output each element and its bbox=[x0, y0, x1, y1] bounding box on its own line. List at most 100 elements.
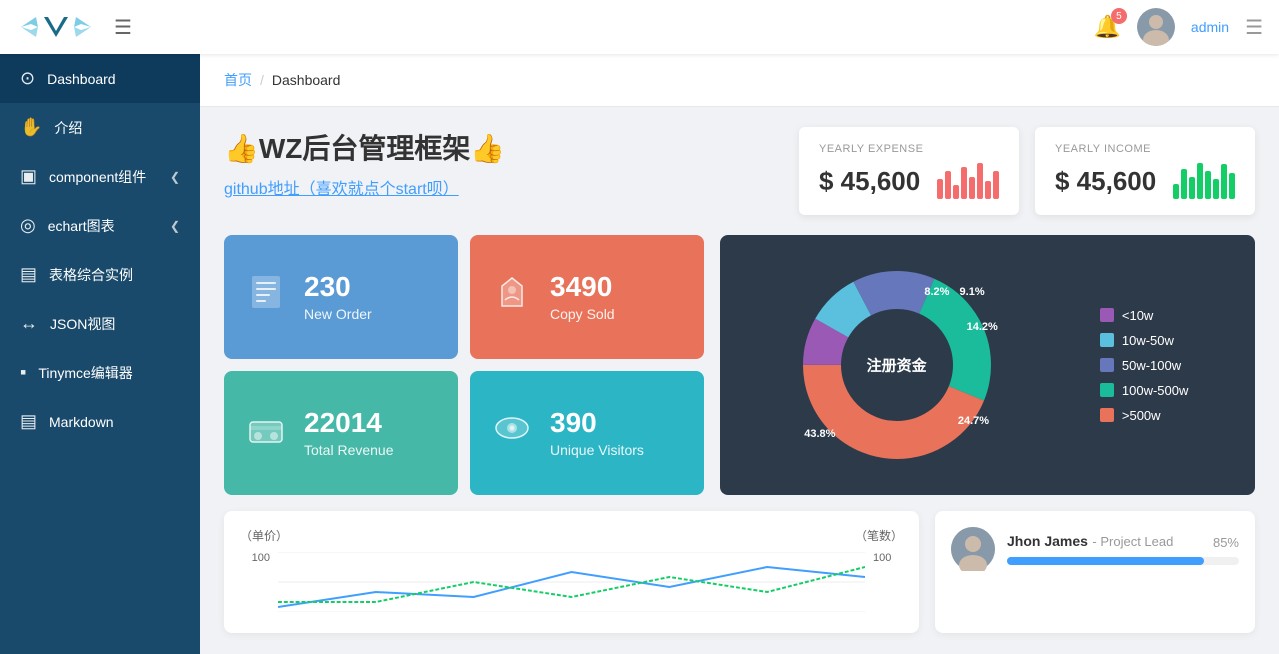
sidebar: ⊙ Dashboard ✋ 介绍 ▣ component组件 ❮ ◎ echar… bbox=[0, 54, 200, 654]
legend-item-2: 10w-50w bbox=[1100, 333, 1189, 348]
income-bar bbox=[1189, 177, 1195, 199]
component-arrow-icon: ❮ bbox=[170, 170, 180, 184]
breadcrumb-current: Dashboard bbox=[272, 72, 341, 88]
sidebar-label-tinymce: Tinymce编辑器 bbox=[38, 363, 180, 383]
total-revenue-text: 22014 Total Revenue bbox=[304, 408, 394, 459]
expense-bar bbox=[937, 179, 943, 199]
donut-chart: 8.2% 9.1% 14.2% 24.7% 43.8% 8.2% 9.1% 14… bbox=[787, 255, 1007, 475]
header-menu-icon[interactable]: ☰ bbox=[1245, 15, 1263, 40]
admin-name[interactable]: admin bbox=[1191, 19, 1229, 35]
top-header: ☰ 🔔 5 admin ☰ bbox=[0, 0, 1279, 54]
legend-dot-2 bbox=[1100, 333, 1114, 347]
legend-dot-1 bbox=[1100, 308, 1114, 322]
progress-bar-bg bbox=[1007, 557, 1239, 565]
sidebar-item-intro[interactable]: ✋ 介绍 bbox=[0, 103, 200, 152]
new-order-number: 230 bbox=[304, 272, 372, 303]
legend-item-3: 50w-100w bbox=[1100, 358, 1189, 373]
json-icon: ↔ bbox=[20, 313, 38, 334]
income-bar bbox=[1181, 169, 1187, 199]
unique-visitors-icon bbox=[490, 406, 534, 460]
user-avatar[interactable] bbox=[1137, 8, 1175, 46]
sidebar-label-json: JSON视图 bbox=[50, 314, 180, 334]
sidebar-item-component[interactable]: ▣ component组件 ❮ bbox=[0, 152, 200, 201]
total-revenue-number: 22014 bbox=[304, 408, 394, 439]
logo-image bbox=[16, 9, 96, 45]
donut-legend: <10w 10w-50w 50w-100w 100w-500w bbox=[1100, 308, 1189, 423]
component-icon: ▣ bbox=[20, 166, 37, 187]
copy-sold-number: 3490 bbox=[550, 272, 615, 303]
sidebar-item-dashboard[interactable]: ⊙ Dashboard bbox=[0, 54, 200, 103]
legend-dot-4 bbox=[1100, 383, 1114, 397]
expense-label: YEARLY EXPENSE bbox=[819, 143, 999, 155]
notification-bell[interactable]: 🔔 5 bbox=[1094, 14, 1121, 40]
team-member-row: Jhon James - Project Lead 85% bbox=[951, 527, 1239, 571]
donut-chart-container: 8.2% 9.1% 14.2% 24.7% 43.8% 8.2% 9.1% 14… bbox=[720, 235, 1255, 495]
expense-chart bbox=[937, 163, 999, 199]
hamburger-button[interactable]: ☰ bbox=[106, 11, 140, 44]
title-block: 👍WZ后台管理框架👍 github地址（喜欢就点个start呗） bbox=[224, 127, 505, 199]
donut-pct-4: 24.7% bbox=[958, 415, 989, 427]
expense-bar bbox=[985, 181, 991, 199]
sidebar-item-tinymce[interactable]: ▪ Tinymce编辑器 bbox=[0, 348, 200, 397]
new-order-text: 230 New Order bbox=[304, 272, 372, 323]
unique-visitors-number: 390 bbox=[550, 408, 644, 439]
income-label: YEARLY INCOME bbox=[1055, 143, 1235, 155]
sidebar-label-component: component组件 bbox=[49, 167, 158, 187]
intro-icon: ✋ bbox=[20, 117, 42, 138]
yearly-expense-card: YEARLY EXPENSE $ 45,600 bbox=[799, 127, 1019, 215]
notification-badge: 5 bbox=[1111, 8, 1127, 24]
copy-sold-icon bbox=[490, 270, 534, 324]
breadcrumb-home[interactable]: 首页 bbox=[224, 70, 252, 90]
dashboard-icon: ⊙ bbox=[20, 68, 35, 89]
y-axis-right: 100 bbox=[873, 552, 903, 617]
new-order-icon bbox=[244, 270, 288, 324]
donut-pct-2: 9.1% bbox=[960, 286, 985, 298]
title-and-stats: 👍WZ后台管理框架👍 github地址（喜欢就点个start呗） YEARLY … bbox=[224, 127, 1255, 215]
progress-bar-fill bbox=[1007, 557, 1204, 565]
donut-pct-3: 14.2% bbox=[967, 321, 998, 333]
inner-content: 👍WZ后台管理框架👍 github地址（喜欢就点个start呗） YEARLY … bbox=[200, 107, 1279, 653]
member-role: - Project Lead bbox=[1092, 534, 1173, 549]
sidebar-label-markdown: Markdown bbox=[49, 414, 180, 430]
legend-label-3: 50w-100w bbox=[1122, 358, 1181, 373]
expense-bar bbox=[953, 185, 959, 199]
expense-bar bbox=[977, 163, 983, 199]
page-title: 👍WZ后台管理框架👍 bbox=[224, 127, 505, 167]
sidebar-item-echart[interactable]: ◎ echart图表 ❮ bbox=[0, 201, 200, 250]
legend-label-1: <10w bbox=[1122, 308, 1153, 323]
income-bar bbox=[1213, 179, 1219, 199]
chart-axis-labels: 100 100 bbox=[240, 552, 903, 617]
expense-bar bbox=[961, 167, 967, 199]
sidebar-item-json[interactable]: ↔ JSON视图 bbox=[0, 299, 200, 348]
expense-bottom: $ 45,600 bbox=[819, 163, 999, 199]
new-order-card: 230 New Order bbox=[224, 235, 458, 359]
expense-bar bbox=[993, 171, 999, 199]
sidebar-item-markdown[interactable]: ▤ Markdown bbox=[0, 397, 200, 446]
logo-area: ☰ bbox=[16, 9, 140, 45]
donut-center-label: 注册资金 bbox=[867, 355, 927, 376]
chart-left-label: （单价） bbox=[240, 527, 288, 544]
member-name-role: Jhon James - Project Lead bbox=[1007, 533, 1173, 551]
main-layout: ⊙ Dashboard ✋ 介绍 ▣ component组件 ❮ ◎ echar… bbox=[0, 54, 1279, 654]
new-order-label: New Order bbox=[304, 306, 372, 322]
unique-visitors-card: 390 Unique Visitors bbox=[470, 371, 704, 495]
tinymce-icon: ▪ bbox=[20, 362, 26, 383]
legend-label-4: 100w-500w bbox=[1122, 383, 1189, 398]
bottom-section: （单价） （笔数） 100 bbox=[224, 511, 1255, 633]
member-name: Jhon James bbox=[1007, 533, 1088, 549]
donut-pct-1: 8.2% bbox=[924, 286, 949, 298]
chart-right-label: （笔数） bbox=[855, 527, 903, 544]
total-revenue-label: Total Revenue bbox=[304, 442, 394, 458]
sidebar-label-echart: echart图表 bbox=[48, 216, 158, 236]
legend-label-2: 10w-50w bbox=[1122, 333, 1174, 348]
income-bar bbox=[1221, 164, 1227, 199]
legend-item-4: 100w-500w bbox=[1100, 383, 1189, 398]
unique-visitors-label: Unique Visitors bbox=[550, 442, 644, 458]
expense-bar bbox=[969, 177, 975, 199]
echart-icon: ◎ bbox=[20, 215, 36, 236]
income-bar bbox=[1173, 184, 1179, 199]
sidebar-item-table[interactable]: ▤ 表格综合实例 bbox=[0, 250, 200, 299]
markdown-icon: ▤ bbox=[20, 411, 37, 432]
total-revenue-icon bbox=[244, 406, 288, 460]
github-link[interactable]: github地址（喜欢就点个start呗） bbox=[224, 175, 505, 199]
